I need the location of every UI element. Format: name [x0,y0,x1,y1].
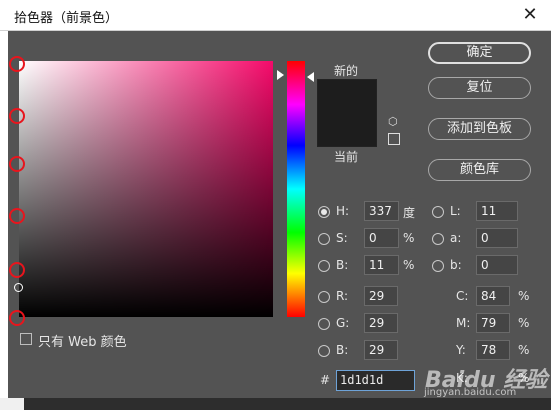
a-label: a: [450,231,462,245]
rgb-b-input[interactable]: 29 [364,340,398,360]
r-input[interactable]: 29 [364,286,398,306]
current-color-label: 当前 [334,150,359,164]
dialog-title: 拾色器（前景色） [14,11,119,26]
color-libraries-button[interactable]: 颜色库 [428,159,531,181]
lab-b-input[interactable]: 0 [476,255,518,275]
y-input[interactable]: 78 [476,340,510,360]
r-label: R: [336,289,349,303]
radio-r[interactable] [318,291,330,303]
ok-button[interactable]: 确定 [428,42,531,64]
s-input[interactable]: 0 [364,228,399,248]
annotation-circle [9,208,25,224]
g-label: G: [336,316,350,330]
a-input[interactable]: 0 [476,228,518,248]
annotation-circle [9,310,25,326]
g-input[interactable]: 29 [364,313,398,333]
web-colors-checkbox[interactable] [20,333,32,345]
radio-s[interactable] [318,233,330,245]
hue-slider[interactable] [287,61,305,317]
c-input[interactable]: 84 [476,286,510,306]
h-label: H: [336,204,350,218]
c-unit: % [518,289,530,303]
s-unit: % [403,231,415,245]
color-preview-swatch [317,79,377,147]
title-bar: 拾色器（前景色） ✕ [0,0,551,31]
hue-slider-left-handle[interactable] [277,70,284,80]
m-unit: % [518,316,530,330]
reset-button[interactable]: 复位 [428,77,531,99]
radio-rgb-b[interactable] [318,345,330,357]
s-label: S: [336,231,348,245]
cube-icon[interactable]: ⬡ [388,116,400,128]
b-unit: % [403,258,415,272]
annotation-circle [9,262,25,278]
m-label: M: [456,316,471,330]
color-picker-cursor[interactable] [14,283,23,292]
new-color-label: 新的 [334,64,359,78]
b-input[interactable]: 11 [364,255,399,275]
annotation-circle [9,56,25,72]
hue-slider-right-handle[interactable] [307,72,314,82]
add-to-swatches-button[interactable]: 添加到色板 [428,118,531,140]
b-label: B: [336,258,349,272]
web-safe-swatch[interactable] [388,133,400,145]
web-colors-label: 只有 Web 颜色 [38,335,127,350]
h-unit: 度 [403,206,416,220]
close-icon[interactable]: ✕ [519,4,541,26]
radio-h[interactable] [318,206,330,218]
c-label: C: [456,289,469,303]
l-label: L: [450,204,461,218]
annotation-circle [9,108,25,124]
y-unit: % [518,343,530,357]
radio-lab-b[interactable] [432,260,444,272]
radio-b[interactable] [318,260,330,272]
bottom-edge-light [0,398,24,410]
saturation-brightness-field[interactable] [19,61,273,317]
hex-input[interactable]: 1d1d1d [336,370,415,391]
h-input[interactable]: 337 [364,201,399,221]
lab-b-label: b: [450,258,462,272]
m-input[interactable]: 79 [476,313,510,333]
radio-g[interactable] [318,318,330,330]
y-label: Y: [456,343,466,357]
radio-a[interactable] [432,233,444,245]
annotation-circle [9,156,25,172]
window-edge [0,31,8,398]
hex-label: # [320,373,331,387]
watermark-url: jingyan.baidu.com [424,387,517,398]
color-picker-dialog: 拾色器（前景色） ✕ 新的 当前 ⬡ 确定 复位 添加到色板 颜色库 H: 33… [0,0,551,398]
rgb-b-label: B: [336,343,349,357]
bottom-edge [0,398,551,410]
l-input[interactable]: 11 [476,201,518,221]
radio-l[interactable] [432,206,444,218]
